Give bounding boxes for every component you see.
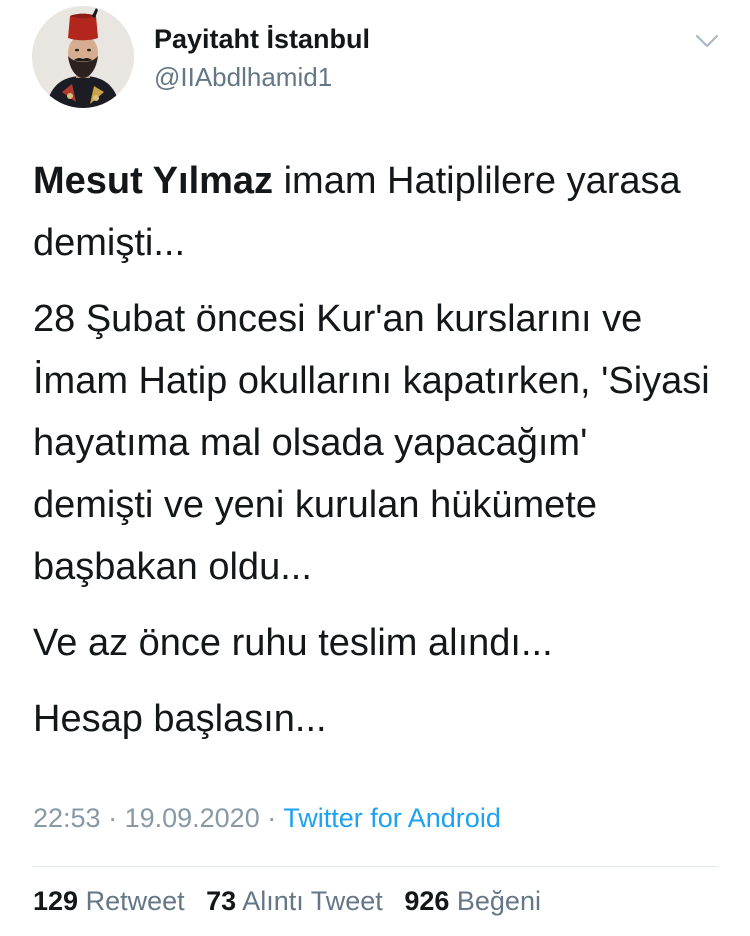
tweet-paragraph-1: Mesut Yılmaz imam Hatiplilere yarasa dem…: [33, 150, 713, 274]
tweet-paragraph-4: Hesap başlasın...: [33, 698, 327, 740]
display-name[interactable]: Payitaht İstanbul: [154, 24, 370, 55]
quote-number: 73: [206, 886, 237, 916]
like-label: Beğeni: [456, 886, 541, 916]
avatar[interactable]: [32, 6, 134, 108]
divider: [33, 866, 718, 867]
engagement-stats: 129 Retweet 73 Alıntı Tweet 926 Beğeni: [33, 886, 555, 917]
tweet-paragraph-3: Ve az önce ruhu teslim alındı...: [33, 622, 553, 664]
tweet-text: Mesut Yılmaz imam Hatiplilere yarasa dem…: [33, 150, 713, 764]
tweet-detail: Payitaht İstanbul @IIAbdlhamid1 Mesut Yı…: [0, 0, 750, 936]
quote-label: Alıntı Tweet: [242, 886, 383, 916]
tweet-header: Payitaht İstanbul @IIAbdlhamid1: [32, 6, 722, 110]
retweet-label: Retweet: [85, 886, 185, 916]
mentioned-name: Mesut Yılmaz: [33, 160, 274, 202]
portrait-icon: [32, 6, 134, 108]
tweet-source-link[interactable]: Twitter for Android: [283, 803, 501, 833]
like-count[interactable]: 926 Beğeni: [404, 886, 541, 916]
tweet-paragraph-2: 28 Şubat öncesi Kur'an kurslarını ve İma…: [33, 298, 710, 588]
tweet-time[interactable]: 22:53: [33, 803, 101, 833]
meta-separator: ·: [259, 803, 284, 833]
tweet-meta: 22:53 · 19.09.2020 · Twitter for Android: [33, 803, 501, 834]
meta-separator: ·: [100, 803, 125, 833]
retweet-count[interactable]: 129 Retweet: [33, 886, 185, 916]
quote-tweet-count[interactable]: 73 Alıntı Tweet: [206, 886, 383, 916]
tweet-date[interactable]: 19.09.2020: [125, 803, 260, 833]
chevron-down-icon[interactable]: [692, 26, 722, 56]
user-handle[interactable]: @IIAbdlhamid1: [154, 62, 332, 93]
retweet-number: 129: [33, 886, 79, 916]
like-number: 926: [404, 886, 450, 916]
